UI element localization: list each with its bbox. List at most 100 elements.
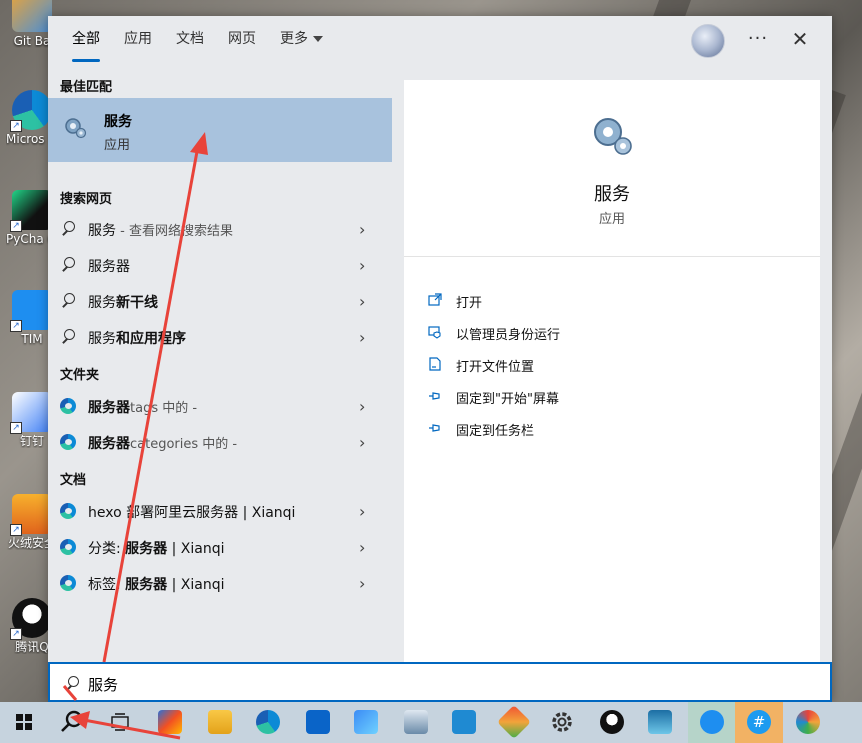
taskbar-feishu[interactable] bbox=[342, 702, 390, 743]
web-result-item[interactable]: 服务器 › bbox=[48, 247, 392, 283]
tab-web[interactable]: 网页 bbox=[216, 16, 268, 68]
doc-result-item[interactable]: 标签: 服务器 | Xianqi › bbox=[48, 565, 392, 601]
tab-label: 网页 bbox=[228, 31, 256, 47]
best-match-title: 服务 bbox=[104, 114, 132, 130]
paint-icon bbox=[796, 710, 820, 734]
git-bash-icon bbox=[12, 0, 52, 32]
chevron-right-icon[interactable]: › bbox=[359, 502, 365, 521]
edge-icon bbox=[60, 575, 76, 591]
folder-result-item[interactable]: 服务器categories 中的 - › bbox=[48, 424, 392, 460]
close-button[interactable]: ✕ bbox=[788, 28, 812, 52]
web-result-query: 服务器 bbox=[88, 259, 130, 275]
hash-icon: # bbox=[747, 710, 771, 734]
action-label: 固定到"开始"屏幕 bbox=[456, 392, 559, 407]
chevron-right-icon[interactable]: › bbox=[359, 397, 365, 416]
folder-result-location: categories 中的 - bbox=[130, 437, 238, 452]
chevron-right-icon[interactable]: › bbox=[359, 220, 365, 239]
search-icon bbox=[64, 676, 80, 692]
web-result-text: 服务新干线 bbox=[88, 292, 158, 312]
chevron-right-icon[interactable]: › bbox=[359, 292, 365, 311]
search-tabs: 全部 应用 文档 网页 更多 bbox=[60, 16, 335, 68]
task-view-button[interactable] bbox=[96, 702, 144, 743]
divider bbox=[404, 256, 820, 257]
taskbar-vscode[interactable] bbox=[440, 702, 488, 743]
search-icon bbox=[61, 710, 83, 732]
qq-icon: ↗ bbox=[10, 598, 52, 640]
web-heading: 搜索网页 bbox=[60, 192, 113, 207]
web-result-hint: - 查看网络搜索结果 bbox=[116, 224, 233, 239]
doc-result-text: 标签: 服务器 | Xianqi bbox=[88, 574, 225, 594]
edge-icon bbox=[60, 398, 76, 414]
taskbar-file-explorer[interactable] bbox=[196, 702, 244, 743]
doc-result-item[interactable]: 分类: 服务器 | Xianqi › bbox=[48, 529, 392, 565]
doc-result-prefix: hexo 部署阿里云 bbox=[88, 505, 197, 521]
chevron-right-icon[interactable]: › bbox=[359, 256, 365, 275]
tab-label: 更多 bbox=[280, 31, 308, 47]
taskbar-settings[interactable] bbox=[538, 702, 586, 743]
doc-result-text: hexo 部署阿里云服务器 | Xianqi bbox=[88, 502, 295, 522]
action-open-file-location[interactable]: 打开文件位置 bbox=[428, 354, 808, 376]
admin-icon bbox=[428, 326, 441, 339]
doc-result-item[interactable]: hexo 部署阿里云服务器 | Xianqi › bbox=[48, 493, 392, 529]
action-run-as-admin[interactable]: 以管理员身份运行 bbox=[428, 322, 808, 344]
folder-result-name: 服务器 bbox=[88, 400, 130, 416]
web-result-query: 服务 bbox=[88, 331, 116, 347]
start-button[interactable] bbox=[0, 702, 48, 743]
search-icon bbox=[60, 329, 76, 345]
chevron-right-icon[interactable]: › bbox=[359, 538, 365, 557]
tab-apps[interactable]: 应用 bbox=[112, 16, 164, 68]
avatar[interactable] bbox=[691, 24, 725, 58]
taskbar-store[interactable] bbox=[146, 702, 194, 743]
gear-icon bbox=[552, 712, 572, 732]
taskbar-terminal-app[interactable] bbox=[636, 702, 684, 743]
taskbar-performance-monitor[interactable] bbox=[392, 702, 440, 743]
taskbar-hash-app[interactable]: # bbox=[735, 702, 783, 743]
action-pin-to-taskbar[interactable]: 固定到任务栏 bbox=[428, 418, 808, 440]
edge-icon bbox=[256, 710, 280, 734]
more-options-button[interactable]: ··· bbox=[746, 28, 770, 52]
detail-subtitle: 应用 bbox=[598, 212, 625, 227]
tab-documents[interactable]: 文档 bbox=[164, 16, 216, 68]
action-label: 打开 bbox=[456, 296, 483, 311]
taskbar-paint-app[interactable] bbox=[784, 702, 832, 743]
taskbar-edge[interactable] bbox=[244, 702, 292, 743]
action-label: 固定到任务栏 bbox=[456, 424, 535, 439]
action-label: 以管理员身份运行 bbox=[456, 328, 561, 343]
web-result-item[interactable]: 服务 - 查看网络搜索结果 › bbox=[48, 211, 392, 247]
tab-all[interactable]: 全部 bbox=[60, 16, 112, 68]
qq-icon bbox=[600, 710, 624, 734]
gear-icon bbox=[65, 118, 87, 139]
taskbar-search-button[interactable] bbox=[48, 702, 96, 743]
search-input[interactable]: 服务 bbox=[48, 662, 832, 702]
folder-result-location: tags 中的 - bbox=[130, 401, 198, 416]
action-open[interactable]: 打开 bbox=[428, 290, 808, 312]
tab-label: 文档 bbox=[176, 31, 204, 47]
folder-result-item[interactable]: 服务器tags 中的 - › bbox=[48, 388, 392, 424]
desktop-icons: Git Ba ↗ Micros Edge ↗ PyCha Commu ↗ TIM… bbox=[0, 0, 58, 700]
web-result-text: 服务和应用程序 bbox=[88, 328, 186, 348]
chevron-right-icon[interactable]: › bbox=[359, 433, 365, 452]
doc-result-text: 分类: 服务器 | Xianqi bbox=[88, 538, 225, 558]
edge-icon: ↗ bbox=[10, 90, 52, 132]
chevron-right-icon[interactable]: › bbox=[359, 328, 365, 347]
vscode-icon bbox=[452, 710, 476, 734]
folder-result-text: 服务器tags 中的 - bbox=[88, 397, 197, 417]
web-result-suffix: 新干线 bbox=[116, 295, 158, 311]
doc-result-match: 服务器 bbox=[125, 541, 168, 557]
action-pin-to-start[interactable]: 固定到"开始"屏幕 bbox=[428, 386, 808, 408]
tab-more[interactable]: 更多 bbox=[268, 16, 335, 68]
folder-result-name: 服务器 bbox=[88, 436, 130, 452]
doc-result-prefix: 标签: bbox=[88, 577, 126, 593]
doc-result-match: 服务器 bbox=[125, 577, 168, 593]
chevron-right-icon[interactable]: › bbox=[359, 574, 365, 593]
taskbar-outlook[interactable] bbox=[294, 702, 342, 743]
feishu-icon bbox=[354, 710, 378, 734]
web-result-item[interactable]: 服务和应用程序 › bbox=[48, 319, 392, 355]
dingtalk-icon: ↗ bbox=[10, 392, 52, 434]
best-match-item[interactable]: 服务 应用 bbox=[48, 98, 392, 162]
taskbar-tim-app[interactable] bbox=[688, 702, 736, 743]
taskbar-git-tool[interactable] bbox=[490, 702, 538, 743]
edge-icon bbox=[60, 434, 76, 450]
taskbar-qq[interactable] bbox=[588, 702, 636, 743]
web-result-item[interactable]: 服务新干线 › bbox=[48, 283, 392, 319]
